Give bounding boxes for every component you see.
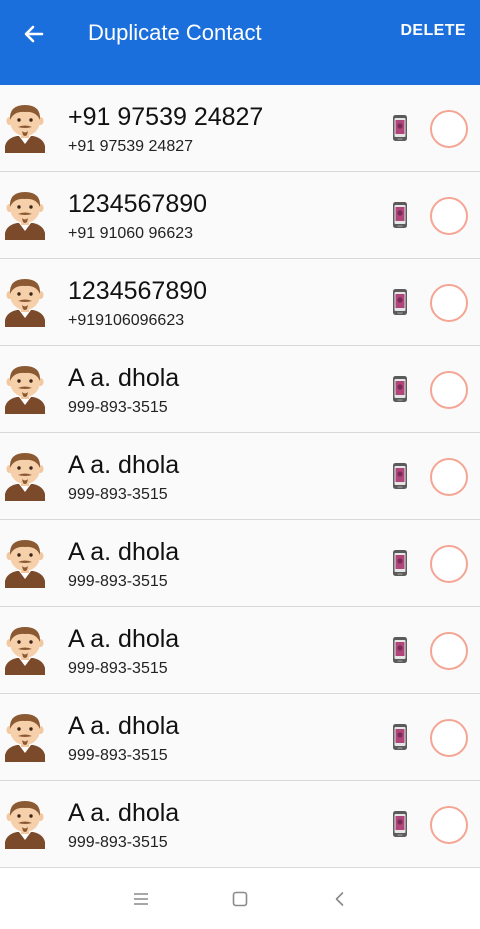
contact-number: 999-893-3515 (68, 573, 168, 590)
man-avatar-icon (5, 105, 45, 153)
select-radio[interactable] (430, 632, 468, 670)
select-radio[interactable] (430, 545, 468, 583)
contact-name: A a. dhola (68, 712, 180, 740)
home-button[interactable] (228, 887, 252, 911)
select-radio[interactable] (430, 458, 468, 496)
contact-number: 999-893-3515 (68, 486, 168, 503)
system-nav-bar (0, 870, 480, 929)
contact-number: +91 91060 96623 (68, 225, 194, 242)
man-avatar-icon (5, 366, 45, 414)
man-avatar-icon (5, 279, 45, 327)
menu-button[interactable] (129, 887, 153, 911)
select-radio[interactable] (430, 371, 468, 409)
contact-name: A a. dhola (68, 451, 180, 479)
system-back-button[interactable] (328, 887, 352, 911)
delete-button[interactable]: DELETE (400, 22, 466, 40)
phone-icon (393, 115, 407, 141)
contact-row[interactable]: 1234567890 +919106096623 (0, 259, 480, 346)
menu-icon (134, 893, 148, 905)
page-title: Duplicate Contact (88, 20, 262, 45)
contact-row[interactable]: A a. dhola 999-893-3515 (0, 433, 480, 520)
contact-row[interactable]: A a. dhola 999-893-3515 (0, 781, 480, 868)
select-radio[interactable] (430, 719, 468, 757)
app-bar: Duplicate Contact DELETE (0, 0, 480, 85)
select-radio[interactable] (430, 197, 468, 235)
man-avatar-icon (5, 801, 45, 849)
contact-row[interactable]: A a. dhola 999-893-3515 (0, 520, 480, 607)
phone-icon (393, 463, 407, 489)
contact-number: +91 97539 24827 (68, 138, 194, 155)
contact-row[interactable]: +91 97539 24827 +91 97539 24827 (0, 85, 480, 172)
contact-name: A a. dhola (68, 364, 180, 392)
select-radio[interactable] (430, 110, 468, 148)
contact-name: A a. dhola (68, 625, 180, 653)
phone-icon (393, 637, 407, 663)
man-avatar-icon (5, 192, 45, 240)
phone-icon (393, 550, 407, 576)
phone-icon (393, 376, 407, 402)
contact-number: 999-893-3515 (68, 747, 168, 764)
contact-name: 1234567890 (68, 277, 208, 305)
back-button[interactable] (14, 14, 54, 54)
contact-row[interactable]: A a. dhola 999-893-3515 (0, 607, 480, 694)
contact-number: 999-893-3515 (68, 660, 168, 677)
contact-name: A a. dhola (68, 799, 180, 827)
select-radio[interactable] (430, 284, 468, 322)
contact-row[interactable]: A a. dhola 999-893-3515 (0, 346, 480, 433)
contact-row[interactable]: 1234567890 +91 91060 96623 (0, 172, 480, 259)
phone-icon (393, 811, 407, 837)
contact-name: 1234567890 (68, 190, 208, 218)
select-radio[interactable] (430, 806, 468, 844)
contact-number: 999-893-3515 (68, 834, 168, 851)
man-avatar-icon (5, 540, 45, 588)
contact-number: 999-893-3515 (68, 399, 168, 416)
arrow-left-icon (24, 25, 44, 43)
man-avatar-icon (5, 714, 45, 762)
contact-list: +91 97539 24827 +91 97539 24827 1234567890… (0, 85, 480, 868)
phone-icon (393, 289, 407, 315)
back-chevron-icon (335, 892, 344, 906)
man-avatar-icon (5, 453, 45, 501)
contact-name: A a. dhola (68, 538, 180, 566)
contact-row[interactable]: A a. dhola 999-893-3515 (0, 694, 480, 781)
contact-number: +919106096623 (68, 312, 185, 329)
man-avatar-icon (5, 627, 45, 675)
contact-name: +91 97539 24827 (68, 103, 264, 131)
phone-icon (393, 724, 407, 750)
home-square-icon (232, 891, 248, 907)
phone-icon (393, 202, 407, 228)
